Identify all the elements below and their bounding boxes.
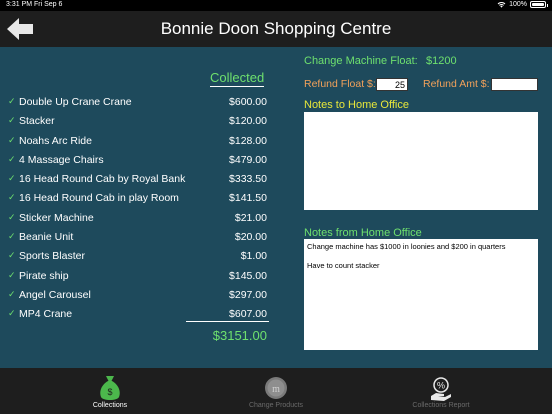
collection-amount: $607.00 xyxy=(229,308,267,319)
collection-name: Sticker Machine xyxy=(19,211,94,224)
collection-row[interactable]: ✓ Stacker $120.00 xyxy=(0,112,280,131)
collection-amount: $600.00 xyxy=(229,96,267,108)
checkmark-icon: ✓ xyxy=(8,250,16,261)
collection-amount: $120.00 xyxy=(229,115,267,128)
collection-amount: $20.00 xyxy=(234,231,267,244)
collection-row[interactable]: ✓ Sports Blaster $1.00 xyxy=(0,247,280,266)
notes-to-home-office-label: Notes to Home Office xyxy=(304,99,409,111)
collection-row[interactable]: ✓ Double Up Crane Crane $600.00 xyxy=(0,93,280,112)
status-bar: 3:31 PM Fri Sep 6 100% xyxy=(0,0,552,11)
back-arrow-icon xyxy=(7,18,33,40)
tab-collections-label: Collections xyxy=(92,402,128,409)
back-button[interactable] xyxy=(6,17,34,41)
collection-row[interactable]: ✓ Noahs Arc Ride $128.00 xyxy=(0,132,280,151)
collection-name: Angel Carousel xyxy=(19,288,91,301)
collection-name: 16 Head Round Cab in play Room xyxy=(19,192,179,205)
collection-row[interactable]: ✓ Sticker Machine $21.00 xyxy=(0,209,280,228)
checkmark-icon: ✓ xyxy=(8,288,16,299)
collection-amount: $479.00 xyxy=(229,153,267,166)
checkmark-icon: ✓ xyxy=(8,192,16,203)
collection-amount: $297.00 xyxy=(229,288,267,301)
collected-header: Collected xyxy=(210,70,265,87)
collection-name: Pirate ship xyxy=(19,269,69,282)
tab-collections[interactable]: $ Collections xyxy=(50,368,170,414)
refund-float-label: Refund Float $: xyxy=(304,78,376,90)
battery-icon xyxy=(530,1,548,8)
collection-amount: $1.00 xyxy=(240,250,267,263)
collection-name: MP4 Crane xyxy=(19,308,73,319)
collection-name: 16 Head Round Cab by Royal Bank xyxy=(19,173,186,186)
checkmark-icon: ✓ xyxy=(8,96,16,106)
checkmark-icon: ✓ xyxy=(8,153,16,164)
collection-name: Sports Blaster xyxy=(19,250,85,263)
collection-row[interactable]: ✓ 16 Head Round Cab in play Room $141.50 xyxy=(0,189,280,208)
collection-name: Stacker xyxy=(19,115,55,128)
status-right: 100% xyxy=(497,1,548,8)
collection-name: Double Up Crane Crane xyxy=(19,96,132,108)
refund-amt-input[interactable] xyxy=(491,78,538,91)
coin-icon: m xyxy=(265,377,287,399)
svg-text:$: $ xyxy=(107,387,112,397)
collections-list[interactable]: ✓ Double Up Crane Crane $600.00 ✓ Stacker $12… xyxy=(0,93,280,319)
checkmark-icon: ✓ xyxy=(8,115,16,126)
checkmark-icon: ✓ xyxy=(8,308,16,319)
collection-amount: $141.50 xyxy=(229,192,267,205)
change-machine-float-label: Change Machine Float: xyxy=(304,55,418,67)
checkmark-icon: ✓ xyxy=(8,134,16,145)
page-title: Bonnie Doon Shopping Centre xyxy=(160,19,392,38)
checkmark-icon: ✓ xyxy=(8,211,16,222)
collection-amount: $21.00 xyxy=(234,211,267,224)
tab-collections-report-label: Collections Report xyxy=(412,402,470,409)
collection-row[interactable]: ✓ 4 Massage Chairs $479.00 xyxy=(0,151,280,170)
tab-collections-report[interactable]: % Collections Report xyxy=(381,368,501,414)
notes-from-home-office-text[interactable]: Change machine has $1000 in loonies and … xyxy=(304,239,538,350)
refund-amt-label: Refund Amt $: xyxy=(423,78,490,90)
wifi-icon xyxy=(497,2,506,8)
collection-amount: $128.00 xyxy=(229,134,267,147)
collection-row[interactable]: ✓ Angel Carousel $297.00 xyxy=(0,286,280,305)
svg-text:m: m xyxy=(272,384,280,395)
status-date: Fri Sep 6 xyxy=(34,1,63,8)
battery-percent: 100% xyxy=(509,1,527,8)
notes-from-home-office-label: Notes from Home Office xyxy=(304,227,422,239)
notes-from-line: Change machine has $1000 in loonies and … xyxy=(307,242,506,251)
tab-change-products-label: Change Products xyxy=(248,402,304,409)
checkmark-icon: ✓ xyxy=(8,269,16,280)
collection-row[interactable]: ✓ Beanie Unit $20.00 xyxy=(0,228,280,247)
nav-bar: Bonnie Doon Shopping Centre xyxy=(0,11,552,47)
collections-total: $3151.00 xyxy=(212,328,267,343)
collection-amount: $333.50 xyxy=(229,173,267,186)
money-bag-icon: $ xyxy=(100,376,120,400)
refund-float-input[interactable] xyxy=(376,78,408,91)
collection-name: 4 Massage Chairs xyxy=(19,153,104,166)
report-hand-icon: % xyxy=(431,377,451,401)
change-machine-float-value: $1200 xyxy=(426,55,457,67)
notes-to-home-office-field[interactable] xyxy=(304,112,538,210)
collection-row[interactable]: ✓ 16 Head Round Cab by Royal Bank $333.50 xyxy=(0,170,280,189)
tab-bar: $ Collections m Change Products % Collec… xyxy=(0,368,552,414)
collection-name: Beanie Unit xyxy=(19,231,74,244)
collection-row[interactable]: ✓ Pirate ship $145.00 xyxy=(0,267,280,286)
collection-row[interactable]: ✓ MP4 Crane $607.00 xyxy=(0,305,280,319)
collection-amount: $145.00 xyxy=(229,269,267,282)
total-divider xyxy=(186,321,269,322)
checkmark-icon: ✓ xyxy=(8,173,16,184)
status-time: 3:31 PM xyxy=(6,1,33,8)
tab-change-products[interactable]: m Change Products xyxy=(216,368,336,414)
checkmark-icon: ✓ xyxy=(8,231,16,242)
notes-from-line: Have to count stacker xyxy=(307,261,380,270)
collection-name: Noahs Arc Ride xyxy=(19,134,92,147)
svg-text:%: % xyxy=(437,381,445,391)
